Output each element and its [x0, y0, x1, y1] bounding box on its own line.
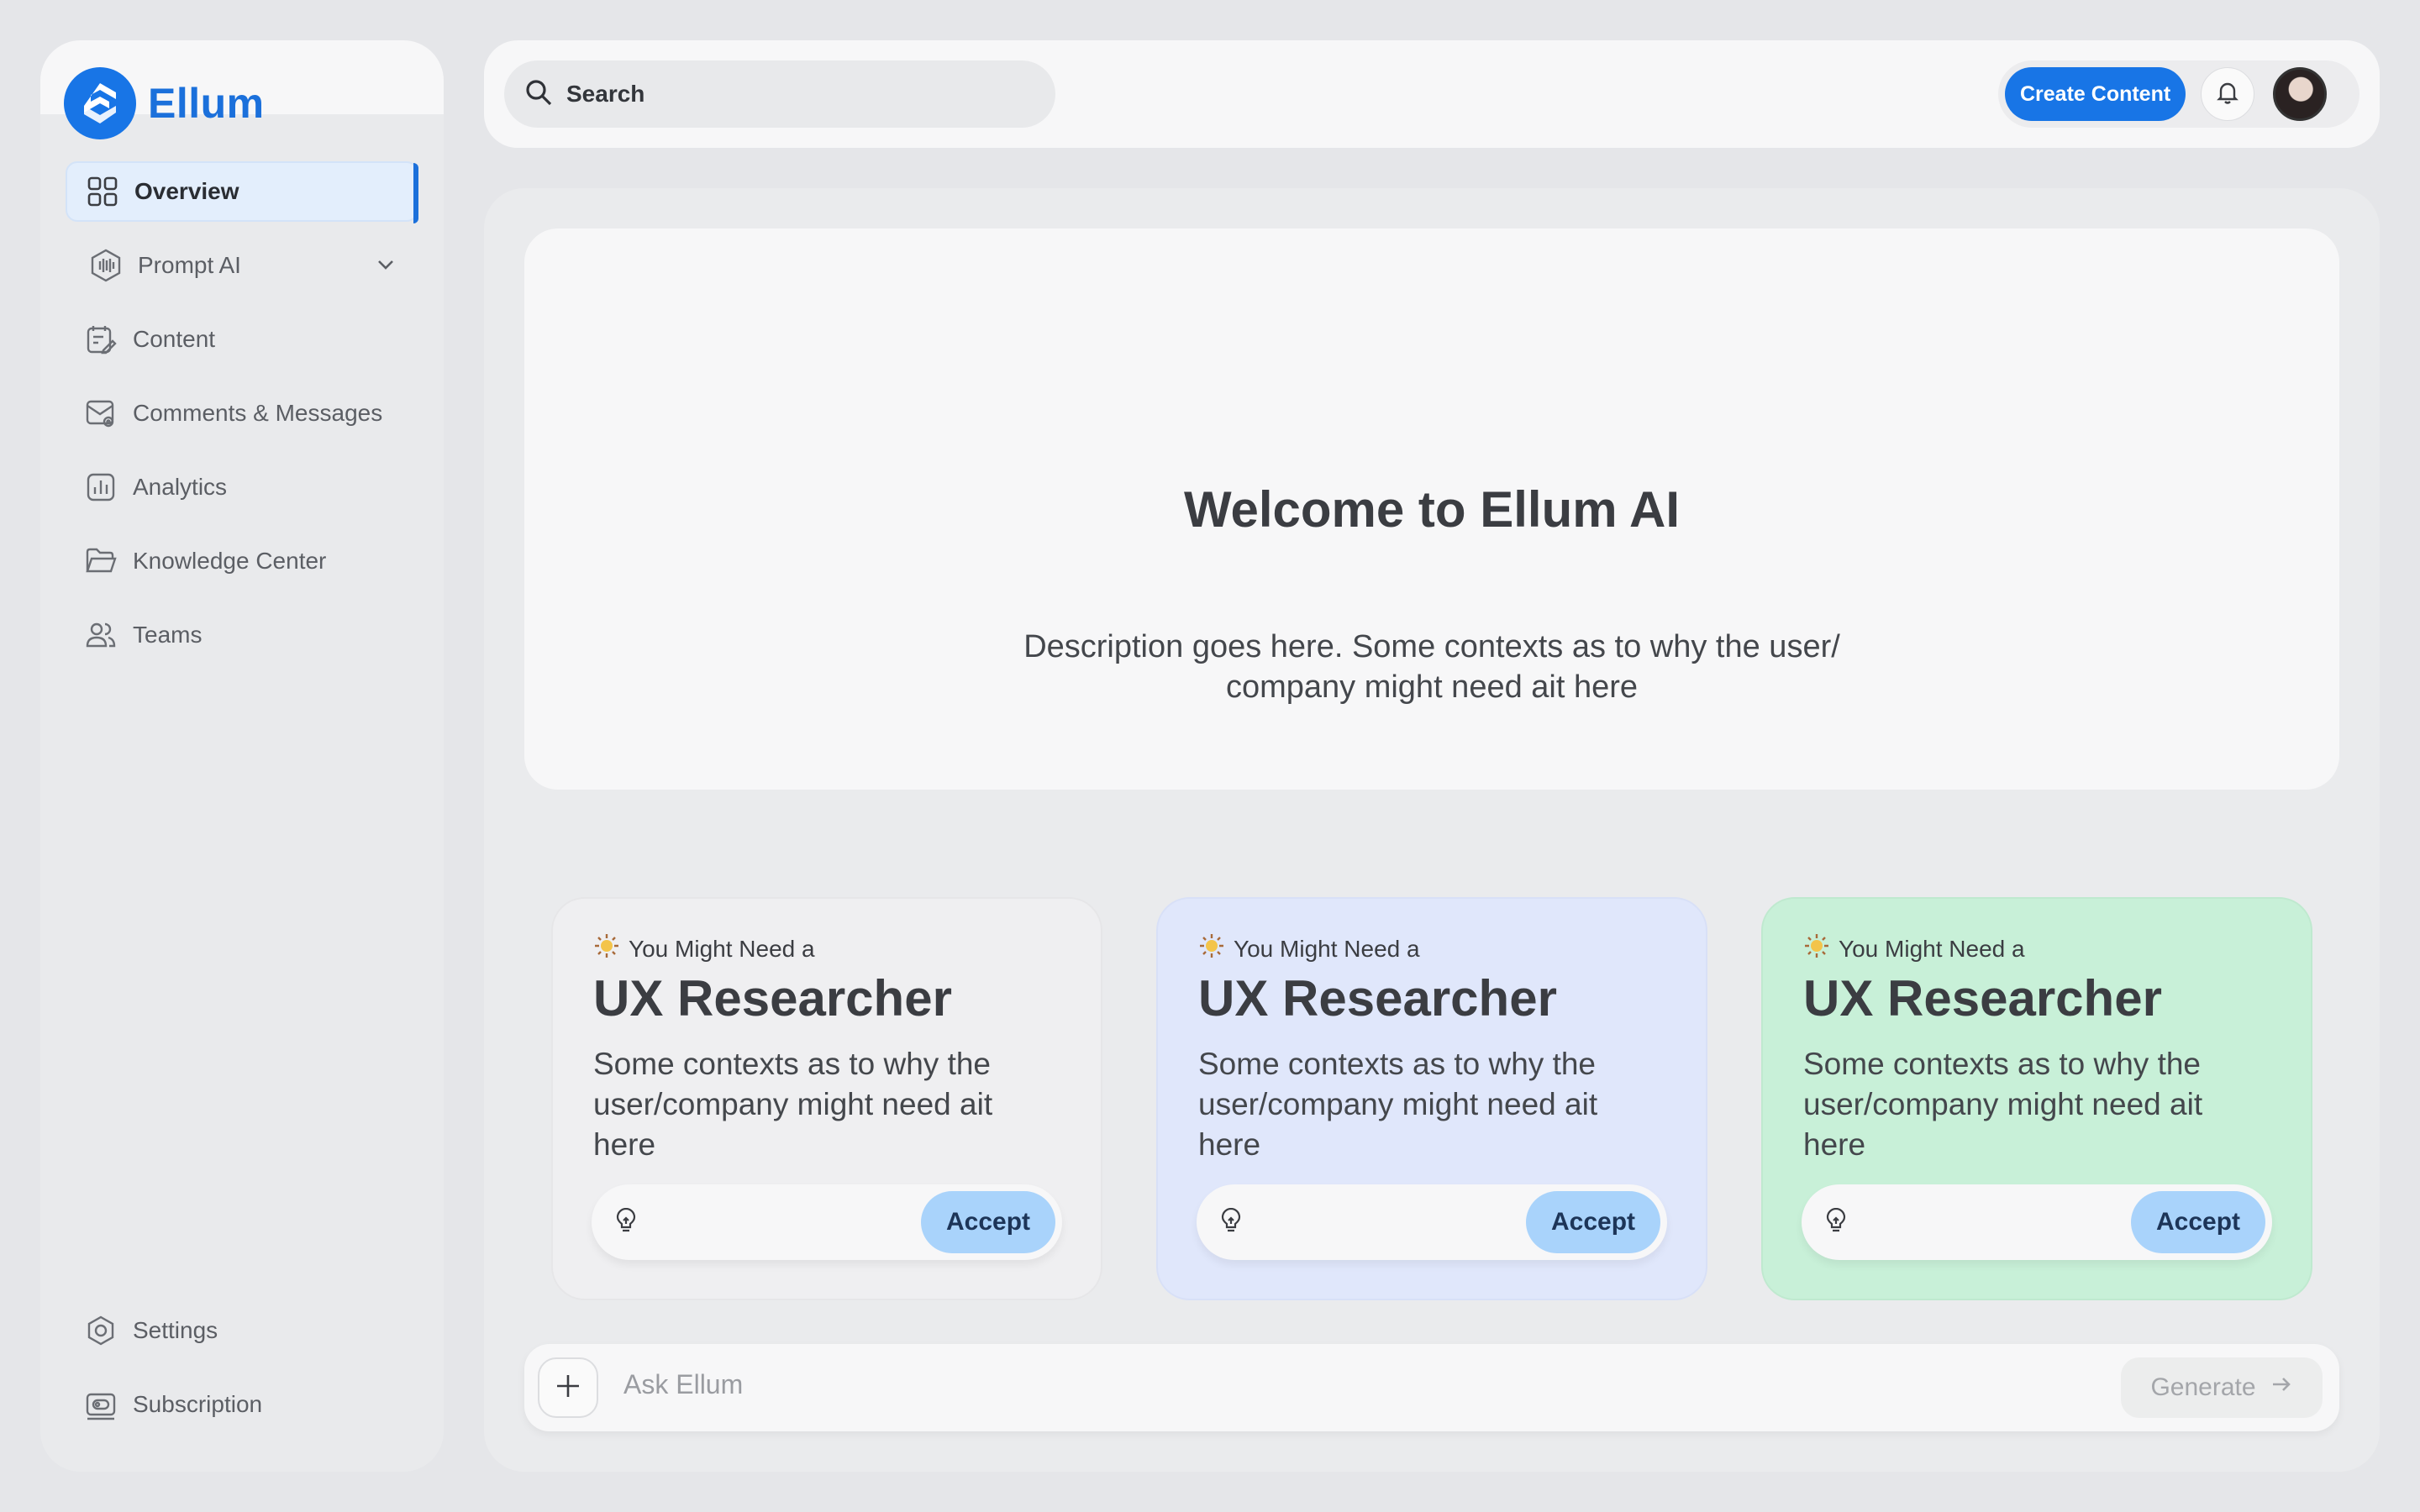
sparkle-bulb-icon: [1803, 932, 1830, 965]
sidebar-item-teams[interactable]: Teams: [66, 605, 418, 665]
sidebar-nav: Overview Prompt AI Content Comments & Me…: [66, 161, 418, 679]
suggestion-cards: You Might Need a UX Researcher Some cont…: [551, 897, 2312, 1300]
sidebar-item-prompt-ai[interactable]: Prompt AI: [66, 235, 418, 296]
arrow-right-icon: [2270, 1373, 2293, 1403]
lightbulb-icon: [1823, 1207, 1849, 1237]
card-eyebrow: You Might Need a: [1198, 932, 1665, 965]
sidebar-item-overview[interactable]: Overview: [66, 161, 418, 223]
notifications-button[interactable]: [2201, 67, 2255, 121]
sidebar-item-settings[interactable]: Settings: [66, 1300, 418, 1361]
suggestion-card: You Might Need a UX Researcher Some cont…: [1156, 897, 1707, 1300]
card-prompt-field[interactable]: Accept: [1197, 1184, 1667, 1260]
ask-bar: Ask Ellum Generate: [524, 1344, 2339, 1431]
sidebar-item-comments-messages[interactable]: Comments & Messages: [66, 383, 418, 444]
chevron-down-icon[interactable]: [375, 254, 397, 281]
sidebar-item-knowledge-center[interactable]: Knowledge Center: [66, 531, 418, 591]
main-panel: Welcome to Ellum AI Description goes her…: [484, 188, 2380, 1472]
sidebar-bottom-nav: Settings Subscription: [66, 1300, 418, 1448]
hero-description: Description goes here. Some contexts as …: [1023, 629, 1840, 705]
suggestion-card: You Might Need a UX Researcher Some cont…: [551, 897, 1102, 1300]
sidebar-item-label: Prompt AI: [138, 252, 241, 278]
sidebar-item-subscription[interactable]: Subscription: [66, 1374, 418, 1435]
sidebar: Ellum Overview Prompt AI Content Comment…: [40, 40, 444, 1472]
sparkle-bulb-icon: [1198, 932, 1225, 965]
sidebar-item-label: Content: [133, 326, 216, 352]
sidebar-item-label: Teams: [133, 622, 203, 648]
sidebar-item-label: Subscription: [133, 1391, 263, 1417]
hexagon-wave-icon: [89, 249, 123, 282]
search-label: Search: [566, 81, 645, 107]
search-icon: [524, 78, 553, 111]
card-title: UX Researcher: [593, 970, 952, 1026]
message-at-icon: [84, 396, 118, 430]
sparkle-bulb-icon: [593, 932, 620, 965]
brand-name: Ellum: [148, 80, 265, 127]
add-attachment-button[interactable]: [538, 1357, 598, 1418]
plus-icon: [554, 1372, 582, 1404]
card-title: UX Researcher: [1198, 970, 1557, 1026]
card-body: Some contexts as to why the user/company…: [1803, 1047, 2203, 1162]
welcome-hero: Welcome to Ellum AI Description goes her…: [524, 228, 2339, 790]
accept-button[interactable]: Accept: [921, 1191, 1055, 1253]
sidebar-item-label: Overview: [134, 178, 239, 204]
page-title: Welcome to Ellum AI: [1183, 481, 1681, 538]
subscription-icon: [84, 1388, 118, 1421]
content-edit-icon: [84, 323, 118, 356]
accept-button[interactable]: Accept: [1526, 1191, 1660, 1253]
avatar[interactable]: [2273, 67, 2328, 121]
lightbulb-icon: [613, 1207, 639, 1237]
accept-button[interactable]: Accept: [2131, 1191, 2265, 1253]
card-title: UX Researcher: [1803, 970, 2162, 1026]
sidebar-item-label: Settings: [133, 1317, 218, 1343]
create-content-button[interactable]: Create Content: [2005, 67, 2186, 121]
lightbulb-icon: [1218, 1207, 1244, 1237]
folder-icon: [84, 544, 118, 578]
sidebar-item-analytics[interactable]: Analytics: [66, 457, 418, 517]
sidebar-item-label: Knowledge Center: [133, 548, 327, 574]
search-input[interactable]: Search: [504, 60, 1055, 128]
bar-chart-icon: [84, 470, 118, 504]
card-body: Some contexts as to why the user/company…: [1198, 1047, 1598, 1162]
header-actions: Create Content: [1998, 60, 2360, 128]
settings-icon: [84, 1314, 118, 1347]
sidebar-item-label: Analytics: [133, 474, 228, 500]
generate-button[interactable]: Generate: [2121, 1357, 2323, 1418]
card-body: Some contexts as to why the user/company…: [593, 1047, 993, 1162]
sidebar-item-content[interactable]: Content: [66, 309, 418, 370]
card-eyebrow: You Might Need a: [1803, 932, 2270, 965]
grid-icon: [86, 175, 119, 208]
brand[interactable]: Ellum: [40, 40, 444, 139]
card-prompt-field[interactable]: Accept: [1802, 1184, 2272, 1260]
suggestion-card: You Might Need a UX Researcher Some cont…: [1761, 897, 2312, 1300]
ellum-logo-icon: [64, 67, 136, 139]
card-eyebrow: You Might Need a: [593, 932, 1060, 965]
ask-ellum-input[interactable]: Ask Ellum: [623, 1369, 743, 1400]
app-frame: Ellum Overview Prompt AI Content Comment…: [0, 0, 2420, 1512]
card-prompt-field[interactable]: Accept: [592, 1184, 1062, 1260]
sidebar-item-label: Comments & Messages: [133, 400, 383, 426]
bell-icon: [2215, 80, 2240, 109]
users-icon: [84, 618, 118, 652]
top-bar: Search Create Content: [484, 40, 2380, 148]
